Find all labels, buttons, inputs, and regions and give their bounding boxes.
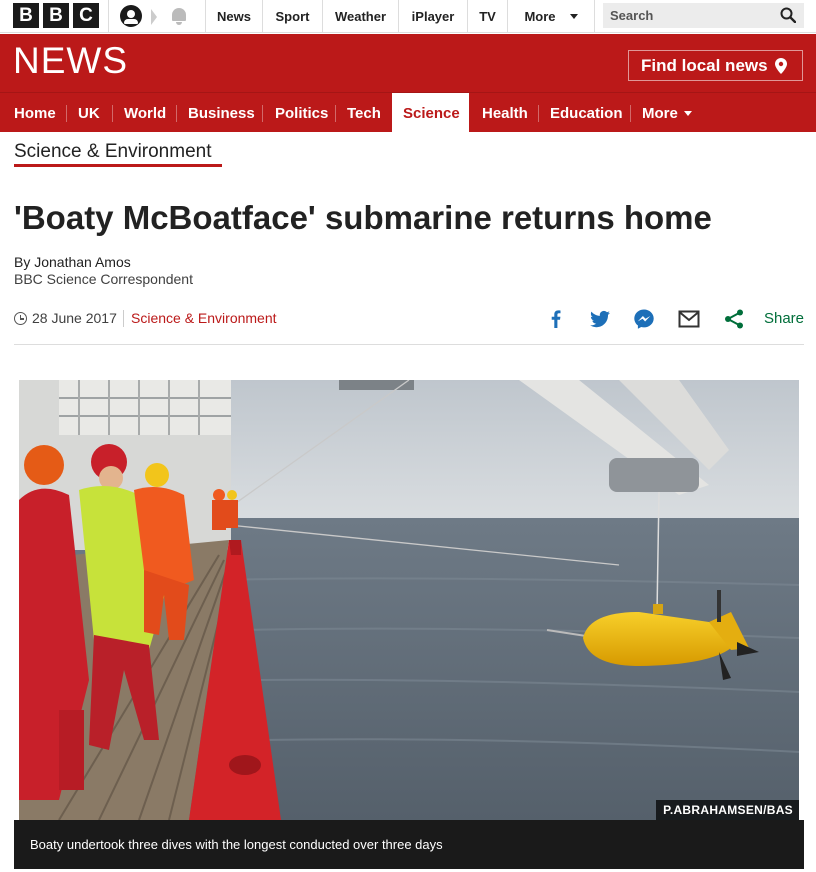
secnav-label: Politics xyxy=(275,104,329,122)
topnav-weather[interactable]: Weather xyxy=(323,0,398,33)
secnav-education[interactable]: Education xyxy=(539,93,634,133)
chevron-down-icon xyxy=(569,14,578,19)
section-title[interactable]: Science & Environment xyxy=(14,141,212,163)
secnav-home[interactable]: Home xyxy=(0,93,70,133)
divider xyxy=(108,0,109,33)
section-link[interactable]: Science & Environment xyxy=(131,310,277,326)
search-box[interactable] xyxy=(603,3,804,28)
topnav-iplayer[interactable]: iPlayer xyxy=(399,0,467,33)
topnav-label: Weather xyxy=(334,9,387,24)
find-local-news-button[interactable]: Find local news xyxy=(628,50,803,81)
secnav-health[interactable]: Health xyxy=(470,93,540,133)
location-pin-icon xyxy=(774,57,787,74)
secnav-business[interactable]: Business xyxy=(177,93,266,133)
clock-icon xyxy=(14,312,27,325)
chevron-down-icon xyxy=(683,110,692,116)
divider xyxy=(123,310,124,327)
secnav-more[interactable]: More xyxy=(631,93,703,133)
secnav-label: Education xyxy=(550,104,623,122)
bbc-logo-letter: C xyxy=(73,3,99,28)
facebook-icon[interactable] xyxy=(544,307,568,331)
secnav-label: Business xyxy=(188,104,255,122)
share-icon[interactable] xyxy=(722,307,746,331)
chevron-right-icon xyxy=(151,9,157,25)
topnav-more[interactable]: More xyxy=(508,0,594,33)
topnav-label: iPlayer xyxy=(411,9,455,24)
messenger-icon[interactable] xyxy=(632,307,656,331)
news-brand[interactable]: NEWS xyxy=(13,42,128,79)
twitter-icon[interactable] xyxy=(588,307,612,331)
secnav-label: Tech xyxy=(347,104,381,122)
section-title-underline xyxy=(14,164,222,167)
divider xyxy=(14,344,804,345)
share-label[interactable]: Share xyxy=(764,310,804,327)
divider xyxy=(594,0,595,33)
byline-role: BBC Science Correspondent xyxy=(14,271,193,287)
byline-author: By Jonathan Amos xyxy=(14,254,131,270)
bbc-logo[interactable]: B B C xyxy=(13,3,99,28)
find-local-label: Find local news xyxy=(641,55,768,75)
boaty-submarine-photo xyxy=(19,380,799,820)
topnav-label: TV xyxy=(479,9,496,24)
notification-bell-icon[interactable] xyxy=(170,6,188,26)
topnav-tv[interactable]: TV xyxy=(468,0,507,33)
secnav-politics[interactable]: Politics xyxy=(263,93,340,133)
top-bar: B B C News Sport Weather iPlayer TV More xyxy=(0,0,816,33)
photo-caption: Boaty undertook three dives with the lon… xyxy=(14,820,804,869)
photo-credit: P.ABRAHAMSEN/BAS xyxy=(656,800,799,820)
account-icon[interactable] xyxy=(120,5,142,27)
bbc-logo-letter: B xyxy=(13,3,39,28)
article-date: 28 June 2017 xyxy=(32,310,117,326)
email-icon[interactable] xyxy=(677,307,701,331)
bbc-logo-letter: B xyxy=(43,3,69,28)
secnav-science[interactable]: Science xyxy=(392,93,469,133)
article-photo: P.ABRAHAMSEN/BAS xyxy=(19,380,799,820)
topnav-label: Sport xyxy=(275,9,310,24)
topnav-news[interactable]: News xyxy=(206,0,262,33)
secnav-world[interactable]: World xyxy=(113,93,177,133)
masthead: NEWS Find local news xyxy=(0,34,816,92)
section-nav: Home UK World Business Politics Tech Sci… xyxy=(0,92,816,133)
secnav-label: Health xyxy=(482,104,528,122)
secnav-label: World xyxy=(124,104,167,122)
secnav-label: Science xyxy=(403,104,460,122)
secnav-label: More xyxy=(642,104,678,122)
secnav-tech[interactable]: Tech xyxy=(336,93,392,133)
search-input[interactable] xyxy=(603,8,773,23)
secnav-label: UK xyxy=(78,104,100,122)
topnav-label: More xyxy=(524,9,556,24)
topnav-sport[interactable]: Sport xyxy=(263,0,322,33)
secnav-uk[interactable]: UK xyxy=(67,93,111,133)
secnav-label: Home xyxy=(14,104,56,122)
share-tools: Share xyxy=(544,307,804,331)
article-headline: 'Boaty McBoatface' submarine returns hom… xyxy=(14,199,712,236)
search-icon[interactable] xyxy=(780,7,796,23)
topnav-label: News xyxy=(217,9,251,24)
article-meta-row: 28 June 2017 Science & Environment Share xyxy=(14,307,804,331)
